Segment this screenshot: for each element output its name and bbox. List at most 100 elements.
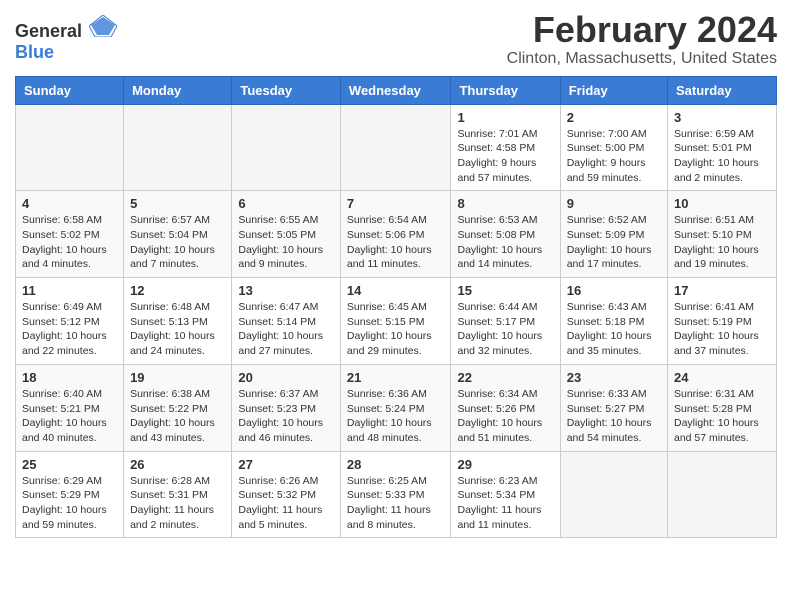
day-cell: 7 Sunrise: 6:54 AMSunset: 5:06 PMDaylight… (340, 191, 451, 278)
day-number: 1 (457, 110, 553, 125)
day-cell: 3Sunrise: 6:59 AMSunset: 5:01 PMDaylight… (668, 104, 777, 191)
calendar-table: SundayMondayTuesdayWednesdayThursdayFrid… (15, 76, 777, 539)
day-cell: 4 Sunrise: 6:58 AMSunset: 5:02 PMDaylight… (16, 191, 124, 278)
day-cell: 26 Sunrise: 6:28 AMSunset: 5:31 PMDayligh… (124, 451, 232, 538)
day-number: 13 (238, 283, 334, 298)
col-header-saturday: Saturday (668, 76, 777, 104)
day-info: Sunrise: 6:51 AMSunset: 5:10 PMDaylight:… (674, 213, 770, 272)
day-info: Sunrise: 6:26 AMSunset: 5:32 PMDaylight:… (238, 474, 334, 533)
day-info: Sunrise: 6:40 AMSunset: 5:21 PMDaylight:… (22, 387, 117, 446)
day-info: Sunrise: 6:48 AMSunset: 5:13 PMDaylight:… (130, 300, 225, 359)
day-cell: 8Sunrise: 6:53 AMSunset: 5:08 PMDaylight… (451, 191, 560, 278)
day-number: 12 (130, 283, 225, 298)
day-number: 10 (674, 196, 770, 211)
day-info: Sunrise: 6:45 AMSunset: 5:15 PMDaylight:… (347, 300, 445, 359)
title-section: February 2024 Clinton, Massachusetts, Un… (507, 10, 777, 68)
day-number: 22 (457, 370, 553, 385)
day-number: 18 (22, 370, 117, 385)
day-cell (16, 104, 124, 191)
day-info: Sunrise: 6:44 AMSunset: 5:17 PMDaylight:… (457, 300, 553, 359)
col-header-wednesday: Wednesday (340, 76, 451, 104)
day-number: 2 (567, 110, 661, 125)
day-cell: 19 Sunrise: 6:38 AMSunset: 5:22 PMDayligh… (124, 364, 232, 451)
day-number: 29 (457, 457, 553, 472)
day-cell: 5Sunrise: 6:57 AMSunset: 5:04 PMDaylight… (124, 191, 232, 278)
logo-general: General (15, 21, 82, 41)
day-number: 11 (22, 283, 117, 298)
day-number: 24 (674, 370, 770, 385)
day-cell: 15Sunrise: 6:44 AMSunset: 5:17 PMDayligh… (451, 278, 560, 365)
day-cell: 2 Sunrise: 7:00 AMSunset: 5:00 PMDaylight… (560, 104, 667, 191)
logo: General Blue (15, 15, 117, 63)
day-cell: 18 Sunrise: 6:40 AMSunset: 5:21 PMDayligh… (16, 364, 124, 451)
col-header-sunday: Sunday (16, 76, 124, 104)
day-cell: 1 Sunrise: 7:01 AMSunset: 4:58 PMDaylight… (451, 104, 560, 191)
day-info: Sunrise: 6:34 AMSunset: 5:26 PMDaylight:… (457, 387, 553, 446)
day-cell: 25 Sunrise: 6:29 AMSunset: 5:29 PMDayligh… (16, 451, 124, 538)
day-info: Sunrise: 6:43 AMSunset: 5:18 PMDaylight:… (567, 300, 661, 359)
day-number: 3 (674, 110, 770, 125)
day-info: Sunrise: 6:28 AMSunset: 5:31 PMDaylight:… (130, 474, 225, 533)
day-cell: 28 Sunrise: 6:25 AMSunset: 5:33 PMDayligh… (340, 451, 451, 538)
day-number: 23 (567, 370, 661, 385)
day-info: Sunrise: 6:55 AMSunset: 5:05 PMDaylight:… (238, 213, 334, 272)
day-cell: 27 Sunrise: 6:26 AMSunset: 5:32 PMDayligh… (232, 451, 341, 538)
day-cell: 10 Sunrise: 6:51 AMSunset: 5:10 PMDayligh… (668, 191, 777, 278)
day-info: Sunrise: 6:54 AMSunset: 5:06 PMDaylight:… (347, 213, 445, 272)
day-cell: 14 Sunrise: 6:45 AMSunset: 5:15 PMDayligh… (340, 278, 451, 365)
day-info: Sunrise: 6:47 AMSunset: 5:14 PMDaylight:… (238, 300, 334, 359)
col-header-monday: Monday (124, 76, 232, 104)
week-row-4: 18 Sunrise: 6:40 AMSunset: 5:21 PMDayligh… (16, 364, 777, 451)
day-number: 19 (130, 370, 225, 385)
logo-blue: Blue (15, 42, 54, 62)
day-cell: 22 Sunrise: 6:34 AMSunset: 5:26 PMDayligh… (451, 364, 560, 451)
day-info: Sunrise: 6:29 AMSunset: 5:29 PMDaylight:… (22, 474, 117, 533)
day-info: Sunrise: 6:49 AMSunset: 5:12 PMDaylight:… (22, 300, 117, 359)
day-cell: 6 Sunrise: 6:55 AMSunset: 5:05 PMDaylight… (232, 191, 341, 278)
day-number: 21 (347, 370, 445, 385)
day-info: Sunrise: 6:25 AMSunset: 5:33 PMDaylight:… (347, 474, 445, 533)
day-cell: 24 Sunrise: 6:31 AMSunset: 5:28 PMDayligh… (668, 364, 777, 451)
day-cell: 16 Sunrise: 6:43 AMSunset: 5:18 PMDayligh… (560, 278, 667, 365)
day-number: 16 (567, 283, 661, 298)
day-number: 14 (347, 283, 445, 298)
col-header-tuesday: Tuesday (232, 76, 341, 104)
day-cell (668, 451, 777, 538)
day-cell: 12 Sunrise: 6:48 AMSunset: 5:13 PMDayligh… (124, 278, 232, 365)
day-number: 26 (130, 457, 225, 472)
day-number: 17 (674, 283, 770, 298)
day-info: Sunrise: 7:00 AMSunset: 5:00 PMDaylight:… (567, 127, 661, 186)
day-number: 4 (22, 196, 117, 211)
day-info: Sunrise: 6:57 AMSunset: 5:04 PMDaylight:… (130, 213, 225, 272)
day-number: 6 (238, 196, 334, 211)
day-cell: 9 Sunrise: 6:52 AMSunset: 5:09 PMDaylight… (560, 191, 667, 278)
day-number: 28 (347, 457, 445, 472)
day-number: 9 (567, 196, 661, 211)
day-cell: 21Sunrise: 6:36 AMSunset: 5:24 PMDayligh… (340, 364, 451, 451)
day-info: Sunrise: 7:01 AMSunset: 4:58 PMDaylight:… (457, 127, 553, 186)
day-info: Sunrise: 6:52 AMSunset: 5:09 PMDaylight:… (567, 213, 661, 272)
day-info: Sunrise: 6:31 AMSunset: 5:28 PMDaylight:… (674, 387, 770, 446)
day-cell (124, 104, 232, 191)
day-cell: 13 Sunrise: 6:47 AMSunset: 5:14 PMDayligh… (232, 278, 341, 365)
day-cell: 23 Sunrise: 6:33 AMSunset: 5:27 PMDayligh… (560, 364, 667, 451)
day-cell: 20Sunrise: 6:37 AMSunset: 5:23 PMDayligh… (232, 364, 341, 451)
day-info: Sunrise: 6:38 AMSunset: 5:22 PMDaylight:… (130, 387, 225, 446)
logo-icon (89, 15, 117, 37)
week-row-1: 1 Sunrise: 7:01 AMSunset: 4:58 PMDaylight… (16, 104, 777, 191)
calendar-header-row: SundayMondayTuesdayWednesdayThursdayFrid… (16, 76, 777, 104)
day-cell (560, 451, 667, 538)
day-number: 25 (22, 457, 117, 472)
day-cell (340, 104, 451, 191)
col-header-friday: Friday (560, 76, 667, 104)
day-info: Sunrise: 6:58 AMSunset: 5:02 PMDaylight:… (22, 213, 117, 272)
day-cell: 11 Sunrise: 6:49 AMSunset: 5:12 PMDayligh… (16, 278, 124, 365)
day-number: 7 (347, 196, 445, 211)
day-info: Sunrise: 6:53 AMSunset: 5:08 PMDaylight:… (457, 213, 553, 272)
day-info: Sunrise: 6:33 AMSunset: 5:27 PMDaylight:… (567, 387, 661, 446)
day-info: Sunrise: 6:37 AMSunset: 5:23 PMDaylight:… (238, 387, 334, 446)
sub-title: Clinton, Massachusetts, United States (507, 50, 777, 68)
day-number: 27 (238, 457, 334, 472)
week-row-2: 4 Sunrise: 6:58 AMSunset: 5:02 PMDaylight… (16, 191, 777, 278)
day-cell: 29Sunrise: 6:23 AMSunset: 5:34 PMDayligh… (451, 451, 560, 538)
